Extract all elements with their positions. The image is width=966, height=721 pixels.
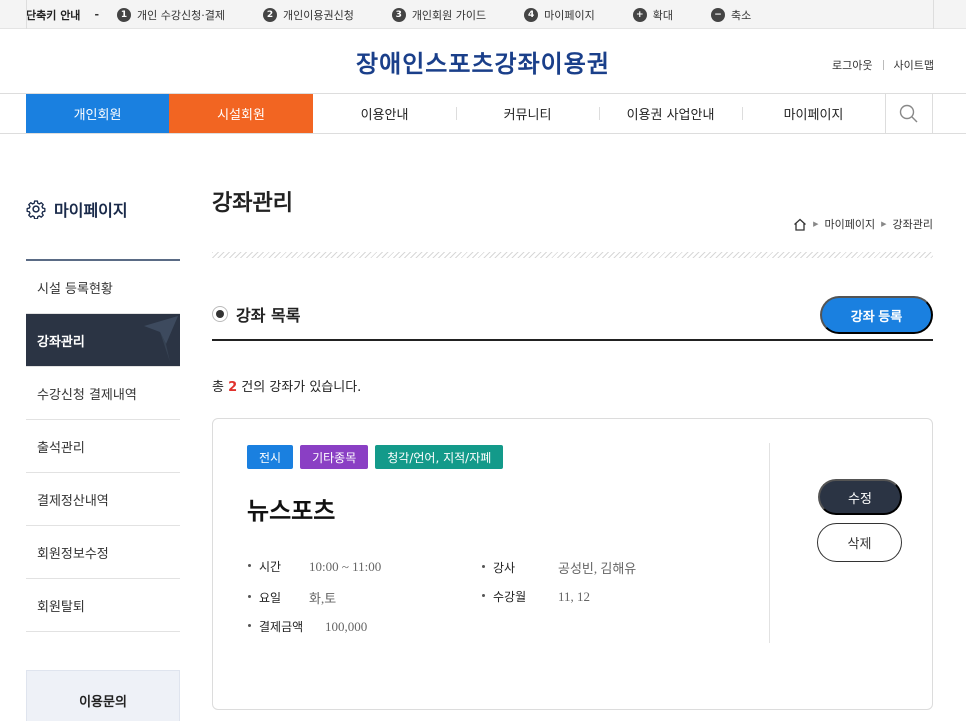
- delete-course-button[interactable]: 삭제: [817, 523, 902, 562]
- decorative-arrow-icon: [144, 316, 178, 362]
- sidebar-item-payment-history[interactable]: 수강신청 결제내역: [26, 367, 180, 420]
- section-title: 강좌 목록: [236, 306, 301, 325]
- number-1-icon: 1: [117, 7, 132, 22]
- info-label: 결제금액: [247, 618, 325, 635]
- minus-icon: −: [711, 7, 726, 22]
- sidebar-item-attendance[interactable]: 출석관리: [26, 420, 180, 473]
- shortcut-label: 개인회원 가이드: [411, 8, 487, 22]
- info-value: 100,000: [325, 618, 368, 634]
- number-4-icon: 4: [524, 7, 539, 22]
- sidebar-item-withdraw[interactable]: 회원탈퇴: [26, 579, 180, 632]
- breadcrumb-current: 강좌관리: [892, 218, 933, 231]
- sidebar-item-label: 강좌관리: [37, 334, 85, 350]
- sidebar-item-settlement[interactable]: 결제정산내역: [26, 473, 180, 526]
- divider: [212, 252, 933, 258]
- section-heading: 강좌 목록: [212, 302, 300, 326]
- shortcut-label: 개인이용권신청: [282, 8, 354, 22]
- count-prefix: 총: [212, 380, 229, 395]
- nav-community[interactable]: 커뮤니티: [456, 94, 599, 133]
- shortcut-mypage-link[interactable]: 4 마이페이지: [524, 7, 595, 23]
- edit-course-button[interactable]: 수정: [818, 479, 902, 515]
- main-navigation: 개인회원 시설회원 이용안내 커뮤니티 이용권 사업안내 마이페이지: [0, 93, 966, 134]
- shortcut-course-apply-link[interactable]: 1 개인 수강신청·결제: [117, 7, 225, 23]
- page-title: 강좌관리: [212, 191, 293, 216]
- sidebar-item-edit-profile[interactable]: 회원정보수정: [26, 526, 180, 579]
- zoom-out-button[interactable]: − 축소: [711, 7, 751, 23]
- info-label: 수강월: [481, 588, 558, 605]
- course-time: 시간 10:00 ~ 11:00: [247, 558, 381, 575]
- count-suffix: 건의 강좌가 있습니다.: [237, 380, 362, 395]
- info-value: 10:00 ~ 11:00: [309, 558, 382, 574]
- bullet-icon: [212, 306, 228, 322]
- shortcut-guide-link[interactable]: 3 개인회원 가이드: [391, 7, 487, 23]
- chevron-right-icon: ▶: [881, 220, 887, 228]
- course-fee: 결제금액 100,000: [247, 618, 367, 635]
- zoom-in-label: 확대: [652, 8, 674, 22]
- tag-badge: 청각/언어, 지적/자폐: [375, 445, 504, 469]
- course-months: 수강월 11, 12: [481, 588, 590, 605]
- search-button[interactable]: [885, 94, 933, 133]
- breadcrumb: ▶ 마이페이지 ▶ 강좌관리: [793, 216, 933, 232]
- shortcut-voucher-apply-link[interactable]: 2 개인이용권신청: [262, 7, 354, 23]
- utility-bar: 단축키 안내 - 1 개인 수강신청·결제 2 개인이용권신청 3 개인회원 가…: [0, 0, 966, 29]
- nav-usage-guide[interactable]: 이용안내: [313, 94, 456, 133]
- nav-mypage[interactable]: 마이페이지: [742, 94, 885, 133]
- gear-icon: [26, 200, 46, 219]
- shortcut-guide-title: 단축키 안내: [26, 8, 81, 22]
- divider: [212, 339, 933, 341]
- course-days: 요일 화,토: [247, 588, 336, 607]
- inquiry-box[interactable]: 이용문의: [26, 670, 180, 721]
- info-label: 요일: [247, 589, 309, 606]
- zoom-in-button[interactable]: + 확대: [632, 7, 674, 23]
- course-title: 뉴스포츠: [247, 497, 336, 525]
- sidebar-item-facility-status[interactable]: 시설 등록현황: [26, 261, 180, 314]
- breadcrumb-mypage[interactable]: 마이페이지: [825, 216, 876, 232]
- home-icon[interactable]: [793, 218, 807, 231]
- divider: [26, 0, 27, 29]
- chevron-right-icon: ▶: [813, 220, 819, 228]
- shortcut-label: 개인 수강신청·결제: [137, 8, 225, 22]
- number-2-icon: 2: [262, 7, 277, 22]
- zoom-out-label: 축소: [731, 8, 752, 22]
- shortcut-label: 마이페이지: [544, 8, 595, 22]
- tag-badge: 전시: [247, 445, 294, 469]
- info-label: 강사: [481, 559, 558, 576]
- divider: [882, 60, 884, 70]
- course-count: 2: [228, 380, 238, 395]
- info-label: 시간: [247, 558, 309, 575]
- plus-icon: +: [632, 7, 647, 22]
- course-card: 전시 기타종목 청각/언어, 지적/자폐 뉴스포츠 시간 10:00 ~ 11:…: [212, 418, 933, 710]
- info-value: 공성빈, 김해유: [558, 561, 637, 576]
- tag-badge: 기타종목: [300, 445, 369, 469]
- divider: [769, 443, 770, 643]
- course-count-text: 총 2 건의 강좌가 있습니다.: [212, 376, 361, 395]
- course-instructor: 강사 공성빈, 김해유: [481, 558, 636, 577]
- inquiry-label: 이용문의: [79, 695, 127, 710]
- nav-facility-member[interactable]: 시설회원: [169, 94, 313, 133]
- info-value: 11, 12: [558, 588, 591, 604]
- info-value: 화,토: [309, 591, 337, 606]
- sidebar-title: 마이페이지: [26, 197, 128, 221]
- header-links: 로그아웃 사이트맵: [832, 57, 934, 73]
- logout-link[interactable]: 로그아웃: [832, 57, 872, 73]
- nav-voucher-business[interactable]: 이용권 사업안내: [599, 94, 742, 133]
- nav-personal-member[interactable]: 개인회원: [26, 94, 169, 133]
- site-logo-title[interactable]: 장애인스포츠강좌이용권: [0, 44, 966, 79]
- divider: [933, 0, 934, 29]
- number-3-icon: 3: [391, 7, 406, 22]
- shortcut-dash: -: [94, 8, 100, 21]
- sidebar-item-course-management[interactable]: 강좌관리: [26, 314, 180, 367]
- course-tags: 전시 기타종목 청각/언어, 지적/자폐: [247, 445, 510, 469]
- sidebar-menu: 시설 등록현황 강좌관리 수강신청 결제내역 출석관리 결제정산내역 회원정보수…: [26, 261, 180, 632]
- sidebar-title-label: 마이페이지: [54, 201, 128, 220]
- register-course-button[interactable]: 강좌 등록: [820, 296, 933, 334]
- search-icon: [899, 104, 918, 122]
- sitemap-link[interactable]: 사이트맵: [894, 57, 934, 73]
